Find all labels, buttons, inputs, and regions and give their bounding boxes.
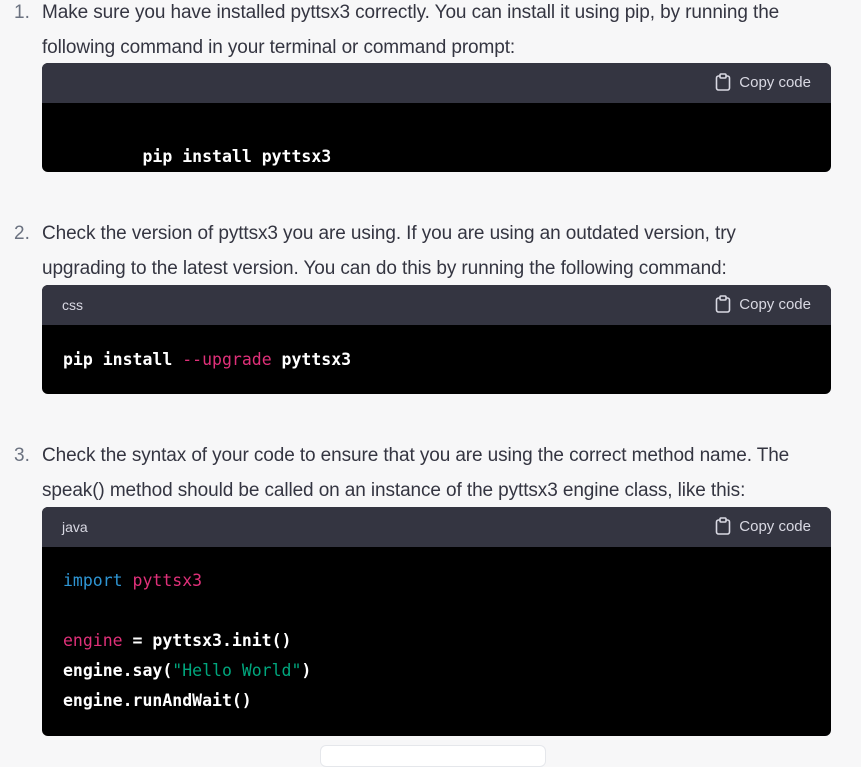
code-text: pyttsx3 <box>271 350 352 369</box>
step-text-line: following command in your terminal or co… <box>42 37 516 58</box>
code-header: css Copy code <box>42 285 831 325</box>
code-name: pyttsx3 <box>122 571 203 590</box>
code-block: java Copy code import pyttsx3 engine = p… <box>42 507 831 736</box>
code-line: pip install --upgrade pyttsx3 <box>63 350 351 369</box>
code-line: pip install pyttsx3 <box>63 128 331 172</box>
code-header: Copy code <box>42 63 831 103</box>
code-flag: --upgrade <box>182 350 272 369</box>
code-language-label: java <box>62 519 88 535</box>
copy-code-button[interactable]: Copy code <box>715 295 811 313</box>
code-line: engine.runAndWait() <box>63 691 252 710</box>
copy-code-label: Copy code <box>739 295 811 313</box>
code-header: java Copy code <box>42 507 831 547</box>
step-text-line: Check the syntax of your code to ensure … <box>42 445 790 466</box>
clipboard-icon <box>715 295 731 313</box>
code-name: engine <box>63 631 123 650</box>
code-text: engine.runAndWait() <box>63 691 252 710</box>
copy-code-label: Copy code <box>739 517 811 535</box>
step-number: 1. <box>14 2 30 23</box>
copy-code-label: Copy code <box>739 73 811 91</box>
code-text: pip install <box>63 350 183 369</box>
regenerate-button-edge[interactable] <box>320 745 546 767</box>
code-line: import pyttsx3 <box>63 571 202 590</box>
step-text-line: speak() method should be called on an in… <box>42 480 746 501</box>
code-body[interactable]: import pyttsx3 engine = pyttsx3.init() e… <box>42 547 831 736</box>
copy-code-button[interactable]: Copy code <box>715 517 811 535</box>
code-language-label: css <box>62 297 83 313</box>
step-text-line: Check the version of pyttsx3 you are usi… <box>42 223 736 244</box>
code-text: engine.say( <box>63 661 173 680</box>
code-keyword: import <box>63 571 123 590</box>
code-line: engine.say("Hello World") <box>63 661 311 680</box>
code-text: ) <box>301 661 312 680</box>
code-text: pip install pyttsx3 <box>142 147 332 166</box>
step-text-line: upgrading to the latest version. You can… <box>42 258 727 279</box>
step-number: 3. <box>14 445 30 466</box>
code-line: engine = pyttsx3.init() <box>63 631 292 650</box>
code-block: Copy code pip install pyttsx3 <box>42 63 831 172</box>
code-block: css Copy code pip install --upgrade pytt… <box>42 285 831 394</box>
step-number: 2. <box>14 223 30 244</box>
clipboard-icon <box>715 73 731 91</box>
code-body[interactable]: pip install pyttsx3 <box>42 103 831 172</box>
clipboard-icon <box>715 517 731 535</box>
copy-code-button[interactable]: Copy code <box>715 73 811 91</box>
code-string: "Hello World" <box>172 661 302 680</box>
code-body[interactable]: pip install --upgrade pyttsx3 <box>42 325 831 394</box>
step-text-line: Make sure you have installed pyttsx3 cor… <box>42 2 780 23</box>
code-text: = pyttsx3.init() <box>122 631 292 650</box>
